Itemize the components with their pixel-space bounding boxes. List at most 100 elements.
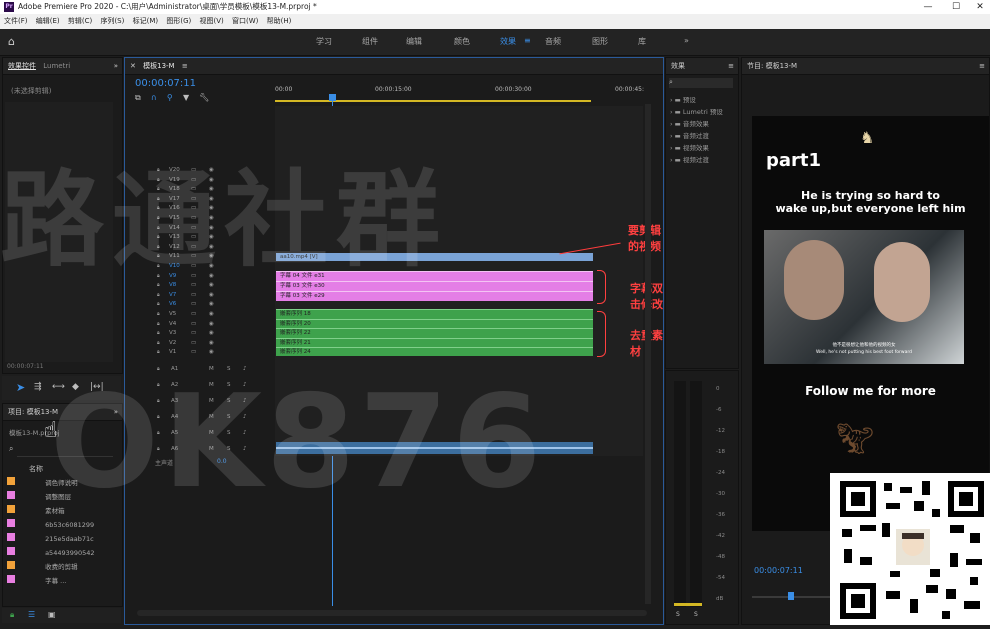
timeline-timecode[interactable]: 00:00:07:11 bbox=[135, 78, 196, 89]
vertical-scrollbar[interactable] bbox=[645, 104, 651, 604]
eye-icon[interactable]: ◉ bbox=[209, 311, 214, 317]
effects-folder[interactable]: › ▬ Lumetri 预设 bbox=[670, 106, 723, 118]
eye-icon[interactable]: ◉ bbox=[209, 292, 214, 298]
snap-icon[interactable]: ∩ bbox=[151, 93, 157, 102]
clip-nested[interactable]: 嵌套序列 20 bbox=[276, 319, 593, 327]
track-lock-icon[interactable]: 🔒︎ bbox=[157, 340, 160, 346]
track-select-tool-icon[interactable]: ⇶ bbox=[34, 382, 42, 392]
track-lock-icon[interactable]: 🔒︎ bbox=[157, 330, 160, 336]
eye-icon[interactable]: ◉ bbox=[209, 349, 214, 355]
track-output-icon[interactable]: ▭ bbox=[191, 321, 196, 327]
icon-view-icon[interactable]: ▣ bbox=[48, 610, 56, 619]
menu-graphics[interactable]: 图形(G) bbox=[166, 17, 191, 25]
track-lock-icon[interactable]: 🔒︎ bbox=[157, 301, 160, 307]
track-lock-icon[interactable]: 🔒︎ bbox=[157, 349, 160, 355]
program-menu-icon[interactable]: ≡ bbox=[979, 58, 985, 74]
nest-icon[interactable]: ⧉ bbox=[135, 93, 141, 102]
video-track-header[interactable]: 🔒︎ V2 ▭ ◉ bbox=[125, 340, 275, 349]
solo-right[interactable]: S bbox=[694, 611, 698, 618]
track-lock-icon[interactable]: 🔒︎ bbox=[157, 321, 160, 327]
horizontal-scrollbar[interactable] bbox=[137, 610, 647, 616]
wrench-icon[interactable]: 🔧︎ bbox=[199, 93, 209, 102]
close-button[interactable]: ✕ bbox=[970, 0, 990, 14]
menu-clip[interactable]: 剪辑(C) bbox=[68, 17, 92, 25]
maximize-button[interactable]: ☐ bbox=[946, 0, 966, 14]
menu-file[interactable]: 文件(F) bbox=[4, 17, 28, 25]
menu-sequence[interactable]: 序列(S) bbox=[100, 17, 124, 25]
name-column-header[interactable]: 名称 bbox=[29, 464, 43, 474]
panel-overflow-icon[interactable]: » bbox=[114, 58, 118, 74]
selection-tool-icon[interactable]: ➤ bbox=[16, 381, 25, 394]
eye-icon[interactable]: ◉ bbox=[209, 340, 214, 346]
clip-nested[interactable]: 嵌套序列 24 bbox=[276, 347, 593, 355]
playhead-handle[interactable] bbox=[329, 94, 336, 101]
effects-folder[interactable]: › ▬ 音频效果 bbox=[670, 118, 723, 130]
project-search-icon[interactable]: ⌕ bbox=[9, 444, 13, 454]
clip-nested[interactable]: 嵌套序列 18 bbox=[276, 309, 593, 317]
program-timecode[interactable]: 00:00:07:11 bbox=[754, 566, 803, 575]
eye-icon[interactable]: ◉ bbox=[209, 301, 214, 307]
add-marker-icon[interactable]: ▼ bbox=[183, 93, 189, 102]
video-track-header[interactable]: 🔒︎ V7 ▭ ◉ bbox=[125, 292, 275, 301]
video-track-header[interactable]: 🔒︎ V1 ▭ ◉ bbox=[125, 349, 275, 358]
list-view-icon[interactable]: ☰ bbox=[28, 610, 35, 619]
track-output-icon[interactable]: ▭ bbox=[191, 349, 196, 355]
effects-folder[interactable]: › ▬ 视频效果 bbox=[670, 142, 723, 154]
track-output-icon[interactable]: ▭ bbox=[191, 340, 196, 346]
video-track-header[interactable]: 🔒︎ V6 ▭ ◉ bbox=[125, 301, 275, 310]
linked-selection-icon[interactable]: ⚲ bbox=[167, 93, 173, 102]
list-item[interactable]: 字幕 ... bbox=[7, 574, 117, 588]
eye-icon[interactable]: ◉ bbox=[209, 330, 214, 336]
track-output-icon[interactable]: ▭ bbox=[191, 301, 196, 307]
workspace-learn[interactable]: 学习 bbox=[316, 36, 332, 47]
workspace-audio[interactable]: 音频 bbox=[545, 36, 561, 47]
eye-icon[interactable]: ◉ bbox=[209, 321, 214, 327]
lock-icon[interactable]: 🔒︎ bbox=[10, 610, 14, 620]
home-icon[interactable]: ⌂ bbox=[8, 35, 24, 49]
workspace-editing[interactable]: 编辑 bbox=[406, 36, 422, 47]
tab-effect-controls[interactable]: 效果控件 bbox=[8, 62, 36, 70]
preview-follow: Follow me for more bbox=[805, 384, 936, 398]
sequence-menu-icon[interactable]: ≡ bbox=[182, 62, 188, 70]
list-item[interactable]: 6b53c6081299 bbox=[7, 518, 117, 532]
work-area-bar[interactable] bbox=[275, 100, 591, 102]
menu-help[interactable]: 帮助(H) bbox=[267, 17, 292, 25]
effects-folder[interactable]: › ▬ 音频过渡 bbox=[670, 130, 723, 142]
minimize-button[interactable]: — bbox=[918, 0, 938, 14]
menu-marker[interactable]: 标记(M) bbox=[133, 17, 159, 25]
video-track-header[interactable]: 🔒︎ V4 ▭ ◉ bbox=[125, 321, 275, 330]
video-track-header[interactable]: 🔒︎ V3 ▭ ◉ bbox=[125, 330, 275, 339]
track-output-icon[interactable]: ▭ bbox=[191, 311, 196, 317]
workspace-effects[interactable]: 效果 bbox=[500, 36, 516, 47]
list-item[interactable]: 215e5daab71c bbox=[7, 532, 117, 546]
tab-lumetri[interactable]: Lumetri bbox=[43, 62, 70, 70]
close-icon[interactable]: ✕ bbox=[130, 62, 136, 70]
workspace-assembly[interactable]: 组件 bbox=[362, 36, 378, 47]
effects-folder[interactable]: › ▬ 预设 bbox=[670, 94, 723, 106]
effects-menu-icon[interactable]: ≡ bbox=[728, 58, 734, 74]
list-item[interactable]: 收费的剪辑 bbox=[7, 560, 117, 574]
track-output-icon[interactable]: ▭ bbox=[191, 330, 196, 336]
solo-left[interactable]: S bbox=[676, 611, 680, 618]
menu-view[interactable]: 视图(V) bbox=[199, 17, 223, 25]
tab-sequence[interactable]: 模板13-M bbox=[143, 62, 174, 70]
program-playhead[interactable] bbox=[788, 592, 794, 600]
menu-window[interactable]: 窗口(W) bbox=[232, 17, 258, 25]
video-track-header[interactable]: 🔒︎ V5 ▭ ◉ bbox=[125, 311, 275, 320]
track-output-icon[interactable]: ▭ bbox=[191, 292, 196, 298]
menu-edit[interactable]: 编辑(E) bbox=[36, 17, 60, 25]
track-lock-icon[interactable]: 🔒︎ bbox=[157, 292, 160, 298]
program-preview[interactable]: ♞ part1 He is trying so hard to wake up,… bbox=[752, 116, 989, 531]
effects-search-input[interactable]: ⌕ bbox=[669, 78, 733, 88]
more-workspaces-icon[interactable]: » bbox=[684, 36, 689, 45]
clip-subtitle[interactable]: 字幕 03 文件 e29 bbox=[276, 291, 593, 299]
clip-nested[interactable]: 嵌套序列 22 bbox=[276, 328, 593, 336]
workspace-graphics[interactable]: 图形 bbox=[592, 36, 608, 47]
list-item[interactable]: a54493990542 bbox=[7, 546, 117, 560]
workspace-libraries[interactable]: 库 bbox=[638, 36, 646, 47]
effects-folder[interactable]: › ▬ 视频过渡 bbox=[670, 154, 723, 166]
workspace-color[interactable]: 颜色 bbox=[454, 36, 470, 47]
workspace-menu-icon[interactable]: ≡ bbox=[524, 36, 531, 45]
track-lock-icon[interactable]: 🔒︎ bbox=[157, 311, 160, 317]
clip-nested[interactable]: 嵌套序列 21 bbox=[276, 338, 593, 346]
